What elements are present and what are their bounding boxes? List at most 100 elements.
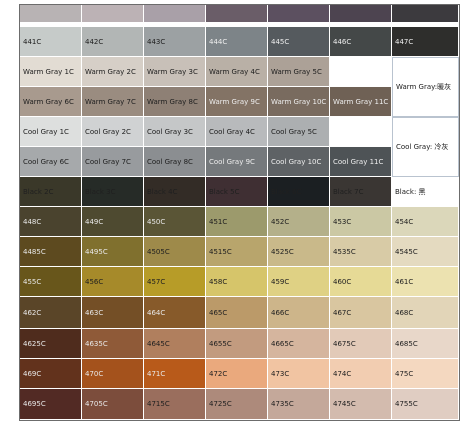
swatch-cell: 471C <box>144 359 206 389</box>
swatch-cell: Black 5C <box>206 177 268 207</box>
swatch-cell: Black 4C <box>144 177 206 207</box>
swatch-cell: 454C <box>392 207 459 237</box>
swatch-cell: 4675C <box>330 329 392 359</box>
swatch-cell: 452C <box>268 207 330 237</box>
swatch-cell: Cool Gray 2C <box>82 117 144 147</box>
swatch-cell: 4695C <box>20 389 82 420</box>
empty-cell <box>330 57 392 87</box>
swatch-cell: Black: 黑 <box>392 177 459 207</box>
pantone-color-chart: 441C 442C 443C 444C 445C 446C 447C Warm Gray 1C… <box>19 4 460 421</box>
swatch-row: Black 2C Black 3C Black 4C Black 5C Black 6C… <box>20 177 459 207</box>
swatch-cell: 4645C <box>144 329 206 359</box>
swatch-cell: Warm Gray 7C <box>82 87 144 117</box>
swatch-row: 462C 463C 464C 465C 466C 467C 468C <box>20 297 459 329</box>
swatch-cell: Warm Gray 4C <box>206 57 268 87</box>
swatch-cell: 466C <box>268 297 330 329</box>
swatch-cell: 451C <box>206 207 268 237</box>
swatch-cell: 4755C <box>392 389 459 420</box>
swatch-row: Cool Gray 6C Cool Gray 7C Cool Gray 8C Cool… <box>20 147 459 177</box>
swatch-row: Warm Gray 1C Warm Gray 2C Warm Gray 3C Warm… <box>20 57 459 117</box>
swatch-cell: 4745C <box>330 389 392 420</box>
swatch-cell: 458C <box>206 267 268 297</box>
swatch-cell: 459C <box>268 267 330 297</box>
swatch-cell: Warm Gray 9C <box>206 87 268 117</box>
swatch-cell: 446C <box>330 27 392 57</box>
swatch-cell: 4495C <box>82 237 144 267</box>
swatch-cell: 468C <box>392 297 459 329</box>
swatch-cell: 4705C <box>82 389 144 420</box>
swatch-row: 455C 456C 457C 458C 459C 460C 461C <box>20 267 459 297</box>
swatch-cell: 456C <box>82 267 144 297</box>
swatch-cell: Cool Gray 4C <box>206 117 268 147</box>
swatch-cell: 467C <box>330 297 392 329</box>
swatch-cell: Cool Gray 7C <box>82 147 144 177</box>
swatch-cell: Warm Gray 10C <box>268 87 330 117</box>
swatch-cell: 448C <box>20 207 82 237</box>
swatch-cell: 4625C <box>20 329 82 359</box>
swatch-row: 4485C 4495C 4505C 4515C 4525C 4535C 4545C <box>20 237 459 267</box>
swatch-row: 4695C 4705C 4715C 4725C 4735C 4745C 4755C <box>20 389 459 420</box>
swatch-cell: 470C <box>82 359 144 389</box>
swatch-cell: Cool Gray 8C <box>144 147 206 177</box>
empty-cell <box>206 5 268 23</box>
swatch-row: 469C 470C 471C 472C 473C 474C 475C <box>20 359 459 389</box>
swatch-row: 4625C 4635C 4645C 4655C 4665C 4675C 4685C <box>20 329 459 359</box>
swatch-cell: 4635C <box>82 329 144 359</box>
swatch-cell: Cool Gray 3C <box>144 117 206 147</box>
swatch-row: Warm Gray 6C Warm Gray 7C Warm Gray 8C Warm… <box>20 87 459 117</box>
swatch-cell: Cool Gray 9C <box>206 147 268 177</box>
swatch-row <box>20 5 459 23</box>
swatch-cell: 472C <box>206 359 268 389</box>
empty-cell <box>392 5 459 23</box>
swatch-cell: 4545C <box>392 237 459 267</box>
swatch-cell: Warm Gray 3C <box>144 57 206 87</box>
swatch-cell: Black 3C <box>82 177 144 207</box>
swatch-cell: 461C <box>392 267 459 297</box>
swatch-cell: 444C <box>206 27 268 57</box>
swatch-cell: Warm Gray 6C <box>20 87 82 117</box>
swatch-cell: 450C <box>144 207 206 237</box>
swatch-row: Cool Gray 1C Cool Gray 2C Cool Gray 3C Cool… <box>20 117 459 177</box>
swatch-cell: 455C <box>20 267 82 297</box>
swatch-cell: Black 6C <box>268 177 330 207</box>
swatch-cell: 462C <box>20 297 82 329</box>
swatch-cell: 447C <box>392 27 459 57</box>
swatch-cell: 4665C <box>268 329 330 359</box>
swatch-cell: 474C <box>330 359 392 389</box>
swatch-cell: 4505C <box>144 237 206 267</box>
swatch-cell: Warm Gray 11C <box>330 87 392 117</box>
swatch-cell: Warm Gray 2C <box>82 57 144 87</box>
swatch-cell: 441C <box>20 27 82 57</box>
swatch-cell: 453C <box>330 207 392 237</box>
swatch-cell: 457C <box>144 267 206 297</box>
swatch-cell: 4655C <box>206 329 268 359</box>
swatch-cell: 442C <box>82 27 144 57</box>
empty-cell <box>330 117 392 147</box>
swatch-cell: Warm Gray 8C <box>144 87 206 117</box>
swatch-cell: 473C <box>268 359 330 389</box>
swatch-cell: Cool Gray 5C <box>268 117 330 147</box>
empty-cell <box>82 5 144 23</box>
swatch-cell: 475C <box>392 359 459 389</box>
swatch-cell: 4515C <box>206 237 268 267</box>
swatch-cell: 449C <box>82 207 144 237</box>
swatch-cell: 464C <box>144 297 206 329</box>
swatch-cell: 445C <box>268 27 330 57</box>
swatch-cell: Cool Gray 10C <box>268 147 330 177</box>
swatch-cell: 460C <box>330 267 392 297</box>
swatch-cell: Black 2C <box>20 177 82 207</box>
swatch-cell: Warm Gray 1C <box>20 57 82 87</box>
swatch-cell: 4525C <box>268 237 330 267</box>
swatch-cell: Warm Gray 5C <box>268 57 330 87</box>
swatch-cell: 469C <box>20 359 82 389</box>
swatch-cell: 4725C <box>206 389 268 420</box>
empty-cell <box>20 5 82 23</box>
swatch-cell: Cool Gray 1C <box>20 117 82 147</box>
swatch-cell: 465C <box>206 297 268 329</box>
swatch-cell: 4685C <box>392 329 459 359</box>
swatch-cell: 4715C <box>144 389 206 420</box>
swatch-cell: Black 7C <box>330 177 392 207</box>
swatch-cell: 463C <box>82 297 144 329</box>
empty-cell <box>268 5 330 23</box>
swatch-cell: 4735C <box>268 389 330 420</box>
